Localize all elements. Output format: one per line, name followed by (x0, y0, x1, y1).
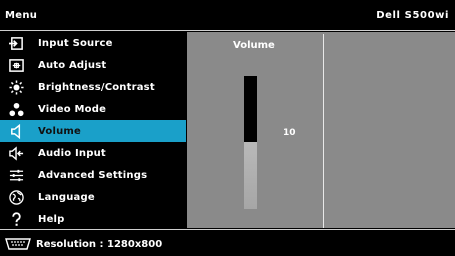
auto-adjust-icon (5, 54, 27, 76)
volume-value: 10 (283, 128, 296, 138)
menu-header: Menu Dell S500wi (0, 0, 455, 30)
status-footer: Resolution : 1280x800 (0, 232, 455, 256)
menu-item-audio-input[interactable]: Audio Input (0, 142, 186, 164)
menu-item-label: Help (38, 213, 65, 225)
menu-item-auto-adjust[interactable]: Auto Adjust (0, 54, 186, 76)
menu-item-label: Video Mode (38, 103, 107, 115)
menu-item-help[interactable]: Help (0, 208, 186, 230)
question-icon (5, 208, 27, 230)
footer-divider (0, 229, 455, 230)
monitor-connector-icon (4, 237, 32, 251)
panel-divider (323, 34, 324, 228)
projector-model: Dell S500wi (376, 9, 449, 21)
menu-item-brightness-contrast[interactable]: Brightness/Contrast (0, 76, 186, 98)
header-divider (0, 30, 455, 31)
menu-item-label: Audio Input (38, 147, 106, 159)
menu-item-video-mode[interactable]: Video Mode (0, 98, 186, 120)
settings-sliders-icon (5, 164, 27, 186)
menu-item-label: Advanced Settings (38, 169, 148, 181)
menu-item-advanced-settings[interactable]: Advanced Settings (0, 164, 186, 186)
menu-item-language[interactable]: Language (0, 186, 186, 208)
menu-item-label: Auto Adjust (38, 59, 107, 71)
menu-title: Menu (5, 9, 38, 21)
osd-menu: Input Source Auto Adjust Brightness/Cont… (0, 32, 186, 228)
menu-item-label: Brightness/Contrast (38, 81, 155, 93)
volume-panel: Volume 10 (187, 32, 455, 228)
video-mode-icon (5, 98, 27, 120)
resolution-text: Resolution : 1280x800 (36, 238, 163, 250)
menu-item-input-source[interactable]: Input Source (0, 32, 186, 54)
input-source-icon (5, 32, 27, 54)
volume-slider[interactable] (244, 76, 257, 209)
volume-title: Volume (233, 40, 275, 51)
speaker-icon (5, 120, 27, 142)
menu-item-volume[interactable]: Volume (0, 120, 186, 142)
globe-icon (5, 186, 27, 208)
brightness-icon (5, 76, 27, 98)
menu-item-label: Volume (38, 125, 82, 137)
menu-item-label: Input Source (38, 37, 113, 49)
menu-item-label: Language (38, 191, 95, 203)
audio-input-icon (5, 142, 27, 164)
volume-level-fill (244, 142, 257, 209)
